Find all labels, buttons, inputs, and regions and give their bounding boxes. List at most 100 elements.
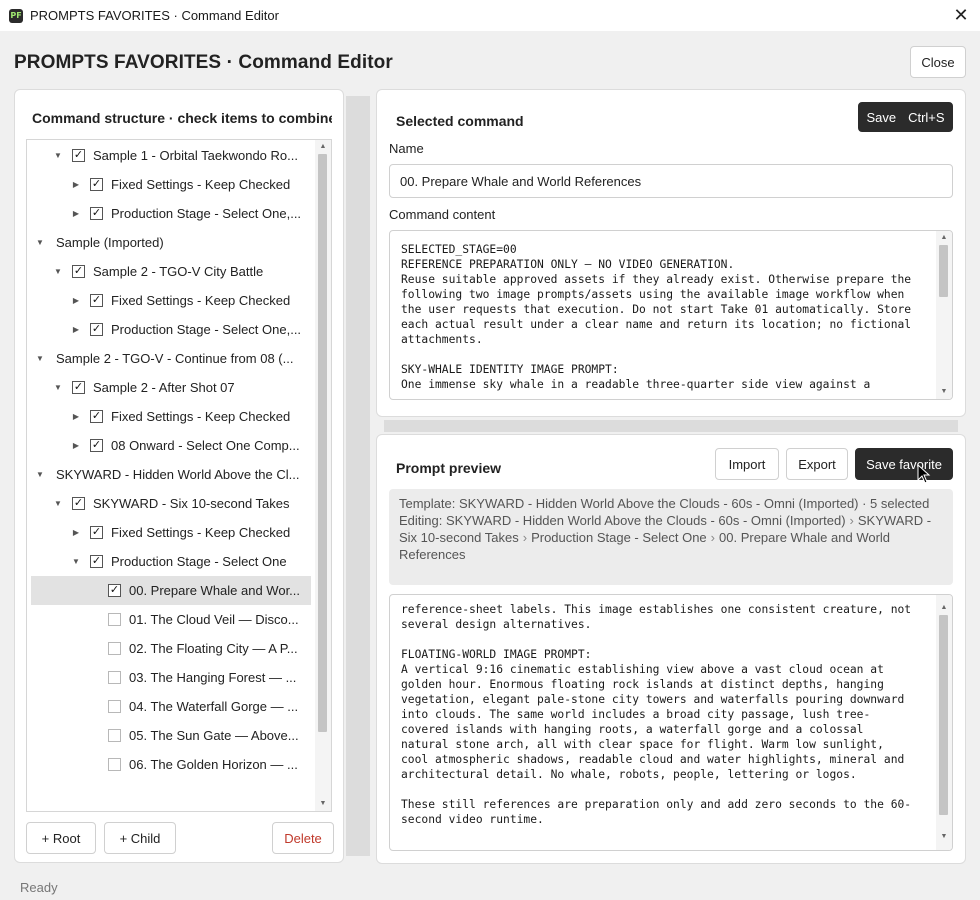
tree-checkbox[interactable] (108, 613, 121, 626)
tree-checkbox[interactable]: ✓ (90, 555, 103, 568)
import-button[interactable]: Import (715, 448, 779, 480)
tree-leaf-item[interactable]: 04. The Waterfall Gorge — ... (27, 692, 315, 721)
tree-checkbox[interactable] (108, 758, 121, 771)
save-shortcut: Ctrl+S (908, 109, 945, 125)
chevron-right-icon[interactable]: ▶ (71, 209, 81, 218)
tree-leaf-item[interactable]: 03. The Hanging Forest — ... (27, 663, 315, 692)
chevron-down-icon[interactable]: ▼ (53, 499, 63, 508)
tree-checkbox[interactable]: ✓ (72, 149, 85, 162)
prompt-preview-text-area[interactable]: reference-sheet labels. This image estab… (389, 594, 953, 851)
tree-checkbox[interactable] (108, 729, 121, 742)
chevron-down-icon[interactable]: ▼ (35, 238, 45, 247)
chevron-right-icon: › (710, 530, 716, 545)
command-structure-heading: Command structure · check items to combi… (32, 110, 332, 126)
scroll-down-icon[interactable]: ▼ (315, 797, 331, 811)
tree-checkbox[interactable]: ✓ (90, 323, 103, 336)
save-favorite-button[interactable]: Save favorite (855, 448, 953, 480)
chevron-right-icon[interactable]: ▶ (71, 180, 81, 189)
tree-checkbox[interactable]: ✓ (90, 207, 103, 220)
tree-checkbox[interactable] (108, 671, 121, 684)
command-content-text: SELECTED_STAGE=00 REFERENCE PREPARATION … (401, 243, 912, 391)
preview-scrollbar[interactable]: ▲ ▼ (936, 595, 952, 850)
command-content-label: Command content (389, 207, 496, 222)
content-scrollbar[interactable]: ▲ ▼ (936, 231, 952, 399)
tree-leaf-item[interactable]: 01. The Cloud Veil — Disco... (27, 605, 315, 634)
tree-leaf-item[interactable]: 02. The Floating City — A P... (27, 634, 315, 663)
tree-checkbox[interactable]: ✓ (90, 294, 103, 307)
command-content-editor[interactable]: SELECTED_STAGE=00 REFERENCE PREPARATION … (389, 230, 953, 400)
scroll-down-icon[interactable]: ▼ (936, 830, 952, 844)
tree-checkbox[interactable]: ✓ (72, 497, 85, 510)
name-input[interactable]: 00. Prepare Whale and World References (389, 164, 953, 198)
tree-checkbox[interactable]: ✓ (90, 178, 103, 191)
tree-node[interactable]: ▶ ✓ 08 Onward - Select One Comp... (27, 431, 315, 460)
tree-node[interactable]: ▼ ✓ Sample 1 - Orbital Taekwondo Ro... (27, 141, 315, 170)
tree-checkbox[interactable]: ✓ (72, 381, 85, 394)
tree-checkbox[interactable] (108, 700, 121, 713)
horizontal-splitter[interactable] (384, 420, 958, 432)
tree-checkbox[interactable]: ✓ (90, 410, 103, 423)
tree-node[interactable]: ▼ Sample 2 - TGO-V - Continue from 08 (..… (27, 344, 315, 373)
tree-node[interactable]: ▼ ✓ Sample 2 - TGO-V City Battle (27, 257, 315, 286)
chevron-down-icon[interactable]: ▼ (53, 151, 63, 160)
chevron-right-icon: › (522, 530, 528, 545)
tree-node[interactable]: ▶ ✓ Fixed Settings - Keep Checked (27, 402, 315, 431)
tree-checkbox[interactable]: ✓ (108, 584, 121, 597)
scroll-up-icon[interactable]: ▲ (936, 601, 952, 615)
chevron-right-icon[interactable]: ▶ (71, 412, 81, 421)
tree-item-label: 04. The Waterfall Gorge — ... (129, 699, 299, 714)
tree-node[interactable]: ▶ ✓ Production Stage - Select One,... (27, 315, 315, 344)
tree-node[interactable]: ▼ SKYWARD - Hidden World Above the Cl... (27, 460, 315, 489)
tree-item-label: 05. The Sun Gate — Above... (129, 728, 299, 743)
content-scroll-thumb[interactable] (939, 245, 948, 297)
scroll-up-icon[interactable]: ▲ (936, 231, 952, 245)
scroll-down-icon[interactable]: ▼ (936, 385, 952, 399)
tree-node[interactable]: ▼ Sample (Imported) (27, 228, 315, 257)
tree-checkbox[interactable]: ✓ (72, 265, 85, 278)
chevron-down-icon[interactable]: ▼ (35, 354, 45, 363)
tree-node[interactable]: ▼ ✓ Production Stage - Select One (27, 547, 315, 576)
tree-checkbox[interactable]: ✓ (90, 526, 103, 539)
tree-node[interactable]: ▶ ✓ Production Stage - Select One,... (27, 199, 315, 228)
add-root-button[interactable]: + Root (26, 822, 96, 854)
tree-checkbox[interactable] (108, 642, 121, 655)
tree-item-label: Fixed Settings - Keep Checked (111, 293, 291, 308)
tree-node[interactable]: ▼ ✓ Sample 2 - After Shot 07 (27, 373, 315, 402)
preview-scroll-thumb[interactable] (939, 615, 948, 815)
tree-leaf-item[interactable]: 06. The Golden Horizon — ... (27, 750, 315, 779)
window-titlebar: PF PROMPTS FAVORITES · Command Editor ✕ (0, 0, 980, 31)
command-tree[interactable]: ▼ ✓ Sample 1 - Orbital Taekwondo Ro... ▶ ✓ Fi… (26, 139, 332, 812)
add-child-button[interactable]: + Child (104, 822, 176, 854)
tree-item-label: Production Stage - Select One,... (111, 206, 302, 221)
tree-scroll-thumb[interactable] (318, 154, 327, 732)
mouse-cursor-icon (917, 464, 931, 484)
close-button[interactable]: Close (910, 46, 966, 78)
tree-checkbox[interactable]: ✓ (90, 439, 103, 452)
tree-leaf-item[interactable]: 05. The Sun Gate — Above... (27, 721, 315, 750)
tree-scrollbar[interactable]: ▲ ▼ (315, 140, 331, 811)
chevron-right-icon[interactable]: ▶ (71, 528, 81, 537)
tree-item-label: 02. The Floating City — A P... (129, 641, 298, 656)
tree-node[interactable]: ▶ ✓ Fixed Settings - Keep Checked (27, 286, 315, 315)
chevron-down-icon[interactable]: ▼ (53, 383, 63, 392)
tree-node[interactable]: ▶ ✓ Fixed Settings - Keep Checked (27, 518, 315, 547)
chevron-down-icon[interactable]: ▼ (71, 557, 81, 566)
chevron-right-icon[interactable]: ▶ (71, 296, 81, 305)
tree-node[interactable]: ▼ ✓ SKYWARD - Six 10-second Takes (27, 489, 315, 518)
save-button[interactable]: Save Ctrl+S (858, 102, 953, 132)
selected-command-title: Selected command (396, 113, 524, 129)
prompt-preview-title: Prompt preview (396, 460, 502, 476)
tree-item-label: Fixed Settings - Keep Checked (111, 525, 291, 540)
tree-leaf-item[interactable]: ✓ 00. Prepare Whale and Wor... (31, 576, 311, 605)
scroll-up-icon[interactable]: ▲ (315, 140, 331, 154)
chevron-down-icon[interactable]: ▼ (35, 470, 45, 479)
chevron-right-icon[interactable]: ▶ (71, 325, 81, 334)
vertical-splitter[interactable] (346, 96, 370, 856)
delete-button[interactable]: Delete (272, 822, 334, 854)
chevron-down-icon[interactable]: ▼ (53, 267, 63, 276)
tree-node[interactable]: ▶ ✓ Fixed Settings - Keep Checked (27, 170, 315, 199)
window-close-icon[interactable]: ✕ (950, 4, 972, 26)
chevron-right-icon[interactable]: ▶ (71, 441, 81, 450)
template-line: Template: SKYWARD - Hidden World Above t… (399, 496, 930, 511)
export-button[interactable]: Export (786, 448, 848, 480)
